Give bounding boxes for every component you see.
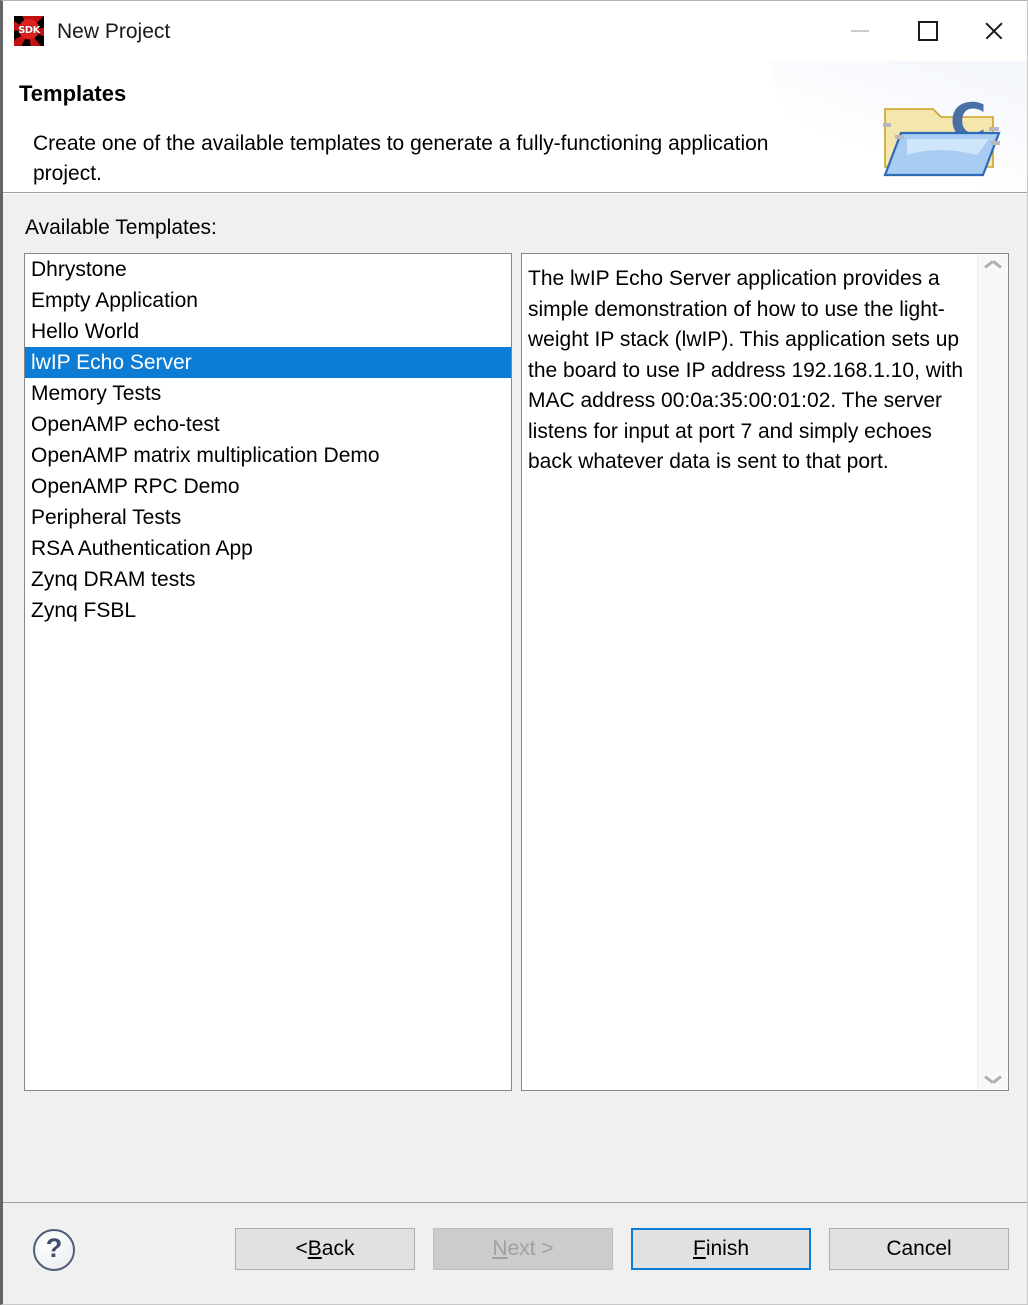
next-button: Next > [433,1228,613,1270]
available-templates-label: Available Templates: [25,216,217,239]
sdk-logo-icon: SDK [14,16,44,46]
finish-button[interactable]: Finish [631,1228,811,1270]
list-item[interactable]: lwIP Echo Server [25,347,511,378]
maximize-icon [918,21,938,41]
chevron-down-icon[interactable] [985,1072,1001,1081]
close-button[interactable] [961,1,1027,61]
template-description-panel: The lwIP Echo Server application provide… [521,253,1009,1091]
list-item[interactable]: OpenAMP RPC Demo [25,471,511,502]
dialog-body: Available Templates: Dhrystone Empty Appl… [3,194,1027,1202]
list-item[interactable]: Hello World [25,316,511,347]
minimize-button[interactable] [825,1,895,61]
minimize-icon [851,30,869,32]
back-button[interactable]: < Back [235,1228,415,1270]
template-description-text: The lwIP Echo Server application provide… [528,267,964,473]
list-item[interactable]: Empty Application [25,285,511,316]
button-row: < Back Next > Finish Cancel [235,1228,1009,1270]
wizard-header: Templates Create one of the available te… [3,61,1027,193]
description-scrollbar[interactable] [977,254,1008,1090]
list-item[interactable]: OpenAMP matrix multiplication Demo [25,440,511,471]
list-item[interactable]: Peripheral Tests [25,502,511,533]
list-item[interactable]: OpenAMP echo-test [25,409,511,440]
close-icon [983,20,1005,42]
window-title: New Project [57,19,171,43]
dialog-footer: ? < Back Next > Finish Cancel [3,1202,1027,1304]
title-bar: SDK New Project [3,1,1027,61]
list-item[interactable]: RSA Authentication App [25,533,511,564]
page-title: Templates [19,81,127,106]
help-icon[interactable]: ? [33,1229,75,1271]
cancel-button[interactable]: Cancel [829,1228,1009,1270]
page-description: Create one of the available templates to… [33,132,769,185]
chevron-up-icon[interactable] [985,263,1001,272]
c-project-folder-icon: C [883,93,1001,177]
list-item[interactable]: Zynq FSBL [25,595,511,626]
list-item[interactable]: Zynq DRAM tests [25,564,511,595]
list-item[interactable]: Memory Tests [25,378,511,409]
maximize-button[interactable] [895,1,961,61]
window-controls [825,1,1027,61]
list-item[interactable]: Dhrystone [25,254,511,285]
templates-list[interactable]: Dhrystone Empty Application Hello World lwI… [24,253,512,1091]
new-project-dialog: SDK New Project Templates Create one of … [0,0,1028,1305]
